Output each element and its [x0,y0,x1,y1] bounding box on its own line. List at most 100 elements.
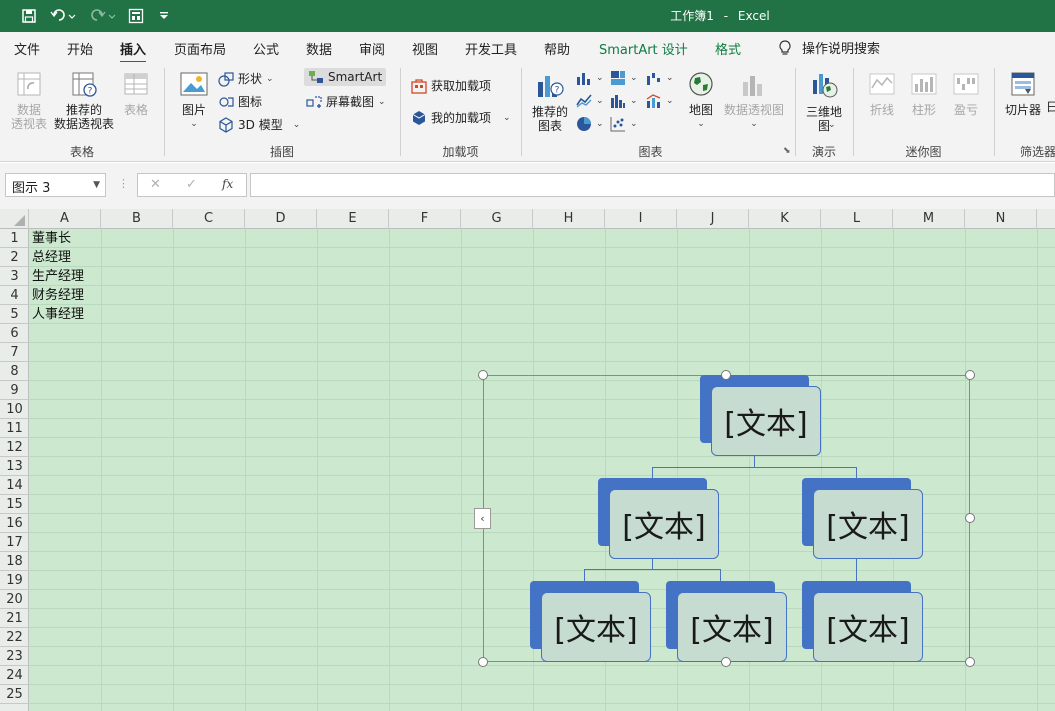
column-header[interactable]: I [605,209,677,229]
select-all-corner[interactable] [0,209,29,229]
pie-chart-button[interactable]: ⌄ [576,116,604,132]
row-header[interactable]: 5 [0,305,29,324]
column-header[interactable]: L [821,209,893,229]
statistic-chart-button[interactable]: ⌄ [610,93,638,109]
row-header[interactable]: 7 [0,343,29,362]
resize-handle[interactable] [965,657,975,667]
row-header[interactable]: 14 [0,476,29,495]
sparkline-winloss-button[interactable]: 盈亏 [948,70,984,117]
row-header[interactable]: 3 [0,267,29,286]
cancel-icon[interactable]: ✕ [150,177,161,192]
tab-formulas[interactable]: 公式 [253,39,279,58]
enter-icon[interactable]: ✓ [186,177,197,192]
cell-a1[interactable]: 董事长 [32,229,71,248]
row-header[interactable]: 22 [0,628,29,647]
screenshot-button[interactable]: 屏幕截图 ⌄ [306,93,386,110]
column-header[interactable]: M [893,209,965,229]
tab-help[interactable]: 帮助 [544,39,570,58]
resize-handle[interactable] [721,657,731,667]
pivottable-button[interactable]: 数据 透视表 [8,70,50,131]
row-header[interactable]: 21 [0,609,29,628]
3d-models-button[interactable]: 3D 模型 ⌄ [218,116,300,133]
tab-page-layout[interactable]: 页面布局 [174,39,226,58]
column-header[interactable]: E [317,209,389,229]
column-header[interactable]: J [677,209,749,229]
column-header[interactable]: G [461,209,533,229]
resize-handle[interactable] [478,657,488,667]
sparkline-column-button[interactable]: 柱形 [906,70,942,117]
cell-a2[interactable]: 总经理 [32,248,71,267]
shapes-button[interactable]: 形状 ⌄ [218,70,274,87]
tell-me-search[interactable]: 操作说明搜索 [778,38,880,57]
row-header[interactable]: 13 [0,457,29,476]
sparkline-line-button[interactable]: 折线 [864,70,900,117]
name-box[interactable]: 图示 3 ▼ [5,173,106,197]
resize-dots-icon[interactable]: ⋮ [118,177,129,190]
hierarchy-chart-button[interactable]: ⌄ [610,70,638,86]
table-button[interactable]: 表格 [118,70,154,117]
smartart-button[interactable]: SmartArt [304,68,387,86]
scatter-chart-button[interactable]: ⌄ [610,116,638,132]
column-header[interactable]: K [749,209,821,229]
cell-a5[interactable]: 人事经理 [32,305,84,324]
text-pane-toggle-chevron-left-icon[interactable]: ‹ [474,508,491,529]
3d-map-button[interactable]: 三维地 图 [803,70,845,133]
row-header[interactable]: 23 [0,647,29,666]
my-addins-button[interactable]: 我的加载项 ⌄ [411,109,511,126]
resize-handle[interactable] [721,370,731,380]
tab-format[interactable]: 格式 [715,39,741,58]
row-header[interactable]: 10 [0,400,29,419]
tab-view[interactable]: 视图 [412,39,438,58]
chevron-down-icon[interactable]: ▼ [93,180,100,190]
column-header[interactable]: B [101,209,173,229]
node-text[interactable]: [文本] [813,592,923,662]
pivotchart-button[interactable]: 数据透视图 ⌄ [721,70,787,131]
tab-smartart-design[interactable]: SmartArt 设计 [599,39,688,58]
tab-home[interactable]: 开始 [67,39,93,58]
insert-function-icon[interactable]: fx [222,177,233,191]
timeline-button[interactable]: 日 [1046,100,1055,114]
icons-button[interactable]: 图标 [218,93,262,110]
tab-data[interactable]: 数据 [306,39,332,58]
resize-handle[interactable] [478,370,488,380]
column-header[interactable]: N [965,209,1037,229]
column-header[interactable]: F [389,209,461,229]
node-text[interactable]: [文本] [677,592,787,662]
node-text[interactable]: [文本] [711,386,821,456]
charts-dialog-launcher-icon[interactable]: ⬊ [783,146,791,156]
row-header[interactable]: 18 [0,552,29,571]
column-header[interactable]: D [245,209,317,229]
slicer-button[interactable]: 切片器 [1003,70,1043,117]
column-header[interactable]: C [173,209,245,229]
column-header[interactable]: A [29,209,101,229]
column-chart-button[interactable]: ⌄ [576,70,604,86]
recommended-pivottable-button[interactable]: ? 推荐的 数据透视表 [52,70,116,131]
row-header[interactable]: 19 [0,571,29,590]
line-chart-button[interactable]: ⌄ [576,93,604,109]
get-addins-button[interactable]: 获取加载项 [411,77,491,94]
row-header[interactable]: 11 [0,419,29,438]
row-header[interactable]: 1 [0,229,29,248]
combo-chart-button[interactable]: ⌄ [646,93,674,109]
cell-a4[interactable]: 财务经理 [32,286,84,305]
waterfall-chart-button[interactable]: ⌄ [646,70,674,86]
row-header[interactable]: 25 [0,685,29,704]
formula-input[interactable] [250,173,1055,197]
row-header[interactable]: 24 [0,666,29,685]
row-header[interactable]: 2 [0,248,29,267]
tab-insert[interactable]: 插入 [120,39,147,64]
recommended-charts-button[interactable]: ? 推荐的 图表 [528,70,572,133]
row-header[interactable]: 8 [0,362,29,381]
pictures-button[interactable]: 图片 ⌄ [174,70,214,131]
resize-handle[interactable] [965,513,975,523]
row-header[interactable]: 12 [0,438,29,457]
tab-developer[interactable]: 开发工具 [465,39,517,58]
node-text[interactable]: [文本] [609,489,719,559]
cell-a3[interactable]: 生产经理 [32,267,84,286]
row-header[interactable]: 9 [0,381,29,400]
tab-review[interactable]: 审阅 [359,39,385,58]
node-text[interactable]: [文本] [541,592,651,662]
row-header[interactable]: 15 [0,495,29,514]
node-text[interactable]: [文本] [813,489,923,559]
tab-file[interactable]: 文件 [14,39,40,58]
